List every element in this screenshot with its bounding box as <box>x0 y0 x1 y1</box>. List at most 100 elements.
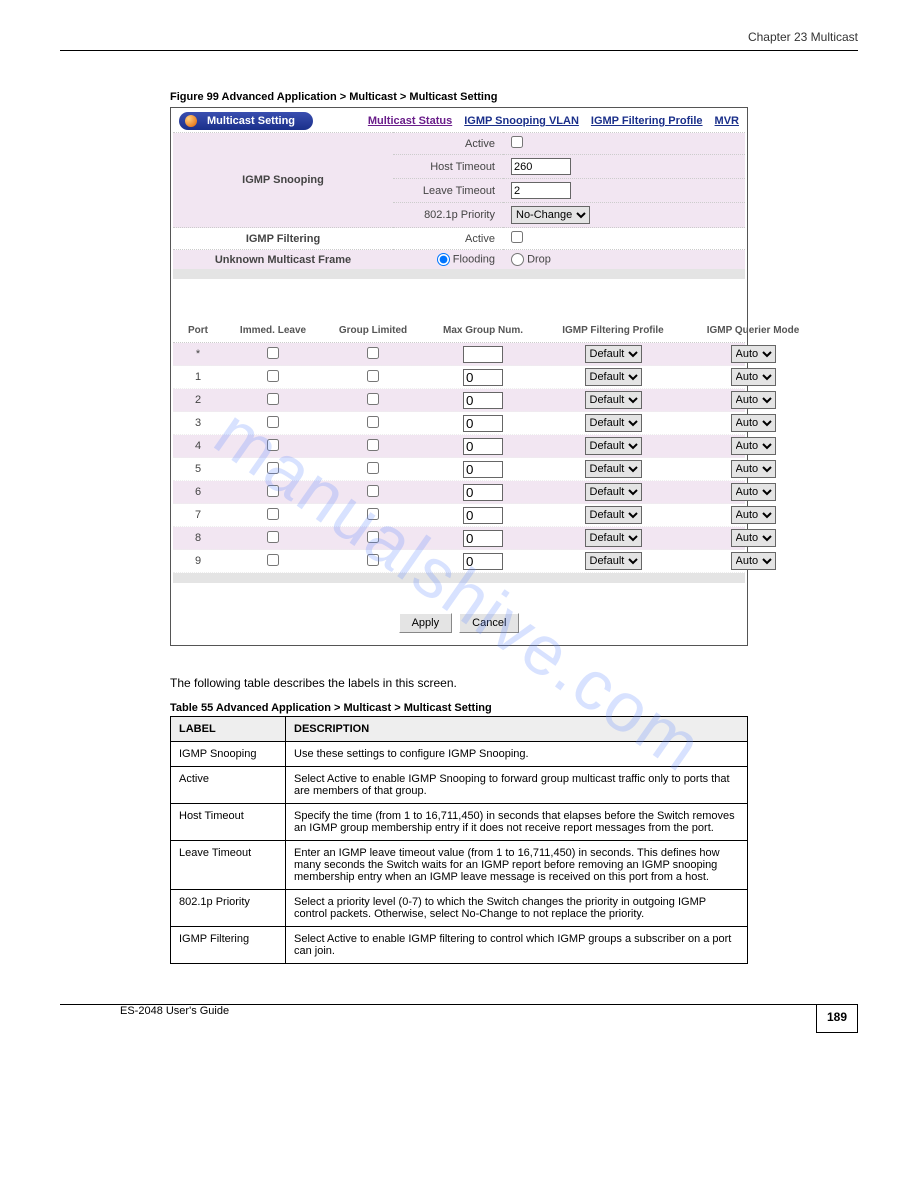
select-querier-mode[interactable]: Auto <box>731 345 776 363</box>
checkbox-immed-leave[interactable] <box>267 439 279 451</box>
select-profile[interactable]: Default <box>585 368 642 386</box>
radio-drop[interactable] <box>511 253 524 266</box>
description-table: LABEL DESCRIPTION IGMP SnoopingUse these… <box>170 716 748 964</box>
checkbox-immed-leave[interactable] <box>267 393 279 405</box>
desc-label: 802.1p Priority <box>171 890 286 927</box>
table-row: ActiveSelect Active to enable IGMP Snoop… <box>171 767 748 804</box>
checkbox-immed-leave[interactable] <box>267 531 279 543</box>
port-row: 1DefaultAuto <box>173 366 745 389</box>
checkbox-snooping-active[interactable] <box>511 136 523 148</box>
select-profile[interactable]: Default <box>585 506 642 524</box>
checkbox-immed-leave[interactable] <box>267 347 279 359</box>
port-row: 8DefaultAuto <box>173 527 745 550</box>
desc-table-title: Table 55 Advanced Application > Multicas… <box>170 702 748 714</box>
nav-multicast-status[interactable]: Multicast Status <box>368 115 452 127</box>
checkbox-group-limited[interactable] <box>367 439 379 451</box>
port-id: 6 <box>173 486 223 498</box>
select-profile[interactable]: Default <box>585 414 642 432</box>
label-filtering-active: Active <box>393 228 503 250</box>
nav-igmp-filtering-profile[interactable]: IGMP Filtering Profile <box>591 115 703 127</box>
checkbox-immed-leave[interactable] <box>267 554 279 566</box>
checkbox-group-limited[interactable] <box>367 531 379 543</box>
desc-text: Enter an IGMP leave timeout value (from … <box>286 841 748 890</box>
label-igmp-snooping: IGMP Snooping <box>173 133 393 228</box>
checkbox-immed-leave[interactable] <box>267 508 279 520</box>
checkbox-group-limited[interactable] <box>367 416 379 428</box>
input-max-group[interactable] <box>463 392 503 409</box>
select-querier-mode[interactable]: Auto <box>731 460 776 478</box>
port-id: 3 <box>173 417 223 429</box>
checkbox-group-limited[interactable] <box>367 554 379 566</box>
label-flooding: Flooding <box>453 253 495 265</box>
table-row: IGMP SnoopingUse these settings to confi… <box>171 742 748 767</box>
radio-flooding[interactable] <box>437 253 450 266</box>
input-max-group[interactable] <box>463 346 503 363</box>
select-profile[interactable]: Default <box>585 391 642 409</box>
port-row: 7DefaultAuto <box>173 504 745 527</box>
select-querier-mode[interactable]: Auto <box>731 529 776 547</box>
select-querier-mode[interactable]: Auto <box>731 414 776 432</box>
footer-guide: ES-2048 User's Guide <box>120 1005 229 1017</box>
select-querier-mode[interactable]: Auto <box>731 437 776 455</box>
port-id: 4 <box>173 440 223 452</box>
panel-title: Multicast Setting <box>179 112 313 130</box>
select-profile[interactable]: Default <box>585 483 642 501</box>
input-max-group[interactable] <box>463 484 503 501</box>
select-querier-mode[interactable]: Auto <box>731 368 776 386</box>
port-row: 9DefaultAuto <box>173 550 745 573</box>
checkbox-group-limited[interactable] <box>367 508 379 520</box>
select-8021p-priority[interactable]: No-Change <box>511 206 590 224</box>
checkbox-group-limited[interactable] <box>367 462 379 474</box>
port-row: 3DefaultAuto <box>173 412 745 435</box>
label-8021p-priority: 802.1p Priority <box>393 203 503 228</box>
cancel-button[interactable]: Cancel <box>459 613 519 633</box>
checkbox-group-limited[interactable] <box>367 347 379 359</box>
select-profile[interactable]: Default <box>585 529 642 547</box>
input-max-group[interactable] <box>463 461 503 478</box>
checkbox-immed-leave[interactable] <box>267 462 279 474</box>
label-host-timeout: Host Timeout <box>393 155 503 179</box>
select-profile[interactable]: Default <box>585 437 642 455</box>
input-host-timeout[interactable] <box>511 158 571 175</box>
desc-label: Active <box>171 767 286 804</box>
input-max-group[interactable] <box>463 415 503 432</box>
port-row: 2DefaultAuto <box>173 389 745 412</box>
checkbox-immed-leave[interactable] <box>267 416 279 428</box>
select-profile[interactable]: Default <box>585 552 642 570</box>
label-igmp-filtering: IGMP Filtering <box>173 228 393 250</box>
nav-mvr[interactable]: MVR <box>715 115 739 127</box>
desc-text: Use these settings to configure IGMP Sno… <box>286 742 748 767</box>
input-max-group[interactable] <box>463 369 503 386</box>
label-drop: Drop <box>527 253 551 265</box>
select-querier-mode[interactable]: Auto <box>731 552 776 570</box>
port-id: 5 <box>173 463 223 475</box>
checkbox-immed-leave[interactable] <box>267 370 279 382</box>
label-leave-timeout: Leave Timeout <box>393 179 503 203</box>
port-id: 2 <box>173 394 223 406</box>
select-profile[interactable]: Default <box>585 345 642 363</box>
input-max-group[interactable] <box>463 438 503 455</box>
checkbox-group-limited[interactable] <box>367 485 379 497</box>
desc-text: Select Active to enable IGMP Snooping to… <box>286 767 748 804</box>
desc-text: Select a priority level (0-7) to which t… <box>286 890 748 927</box>
intro-text: The following table describes the labels… <box>170 676 748 690</box>
nav-igmp-snooping-vlan[interactable]: IGMP Snooping VLAN <box>464 115 579 127</box>
figure-caption: Figure 99 Advanced Application > Multica… <box>170 91 858 103</box>
checkbox-group-limited[interactable] <box>367 393 379 405</box>
port-row: *DefaultAuto <box>173 343 745 366</box>
th-label: LABEL <box>171 717 286 742</box>
select-querier-mode[interactable]: Auto <box>731 483 776 501</box>
port-row: 5DefaultAuto <box>173 458 745 481</box>
port-table-header: Port Immed. Leave Group Limited Max Grou… <box>173 319 745 343</box>
input-max-group[interactable] <box>463 507 503 524</box>
apply-button[interactable]: Apply <box>399 613 453 633</box>
select-profile[interactable]: Default <box>585 460 642 478</box>
select-querier-mode[interactable]: Auto <box>731 391 776 409</box>
select-querier-mode[interactable]: Auto <box>731 506 776 524</box>
input-max-group[interactable] <box>463 530 503 547</box>
input-leave-timeout[interactable] <box>511 182 571 199</box>
checkbox-immed-leave[interactable] <box>267 485 279 497</box>
input-max-group[interactable] <box>463 553 503 570</box>
checkbox-filtering-active[interactable] <box>511 231 523 243</box>
checkbox-group-limited[interactable] <box>367 370 379 382</box>
